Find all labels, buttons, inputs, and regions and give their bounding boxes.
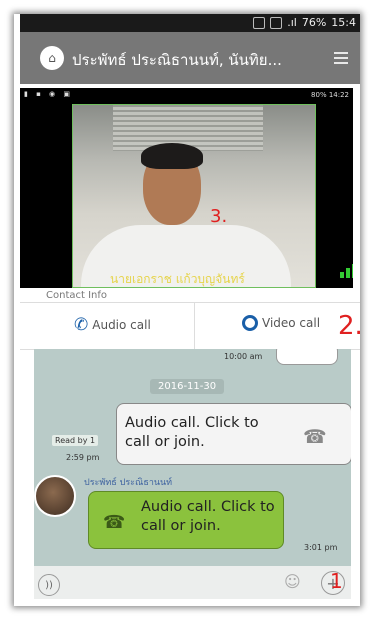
audio-call-button[interactable]: ✆ Audio call: [74, 315, 151, 335]
phone-icon: ✆: [74, 315, 89, 335]
message-time: 2:59 pm: [66, 453, 100, 462]
message-input-bar: )) ☺ +: [34, 566, 351, 599]
caller-name: นายเอกราช แก้วบุญจันทร์: [110, 272, 245, 286]
chat-title: ประพัทธ์ ประณิธานนท์, นันทิย...: [72, 51, 282, 69]
org-logo-icon: ⌂: [40, 46, 64, 70]
webcam-icon: [242, 315, 258, 331]
message-text: Audio call. Click to call or join.: [141, 499, 275, 534]
signal-icon: .ıl: [287, 16, 297, 29]
notification-icon: [253, 16, 266, 29]
handset-icon: ☎: [303, 426, 327, 448]
annotation-marker-1: 1: [330, 569, 343, 593]
remote-video-feed: [72, 104, 316, 288]
chat-area[interactable]: 10:00 am 2016-11-30 Audio call. Click to…: [34, 349, 351, 599]
call-buttons-bar: ✆ Audio call Video call 2.: [20, 302, 363, 350]
person-hair: [141, 143, 203, 169]
audio-call-message-bubble[interactable]: ☎ Audio call. Click to call or join.: [88, 491, 284, 549]
sender-name: ประพัทธ์ ประณิธานนท์: [84, 478, 173, 488]
sender-avatar[interactable]: [34, 475, 76, 517]
annotation-marker-2: 2.: [338, 311, 363, 341]
menu-icon[interactable]: [334, 52, 348, 66]
app-header: ⌂ ประพัทธ์ ประณิธานนท์, นันทิย...: [20, 32, 360, 84]
annotation-marker-3: 3.: [210, 206, 228, 227]
previous-message-bubble: [276, 349, 338, 365]
status-bar: .ıl 76% 15:4: [20, 14, 360, 32]
message-text: Audio call. Click to call or join.: [125, 415, 259, 450]
connection-strength-icon: [340, 260, 353, 278]
read-receipt: Read by 1: [52, 435, 99, 446]
divider: [194, 303, 195, 349]
alarm-icon: [270, 16, 283, 29]
battery-level: 76%: [301, 16, 327, 29]
clock: 15:4: [331, 16, 356, 29]
message-time: 10:00 am: [224, 352, 263, 361]
video-call-button[interactable]: Video call: [242, 315, 320, 331]
emoji-icon[interactable]: ☺: [284, 572, 301, 591]
message-time: 3:01 pm: [304, 543, 338, 552]
date-separator: 2016-11-30: [150, 379, 225, 394]
video-call-panel[interactable]: ▮ ▪ ◉ ▣ 80% 14:22 นายเอกราช แก้วบุญจันทร…: [20, 88, 353, 288]
video-status-bar: ▮ ▪ ◉ ▣ 80% 14:22: [24, 90, 349, 99]
audio-call-message-bubble[interactable]: Audio call. Click to call or join. ☎: [116, 403, 351, 465]
voice-message-icon[interactable]: )): [38, 574, 60, 596]
handset-icon: ☎: [103, 512, 126, 533]
contact-info-link[interactable]: Contact Info: [46, 290, 107, 301]
